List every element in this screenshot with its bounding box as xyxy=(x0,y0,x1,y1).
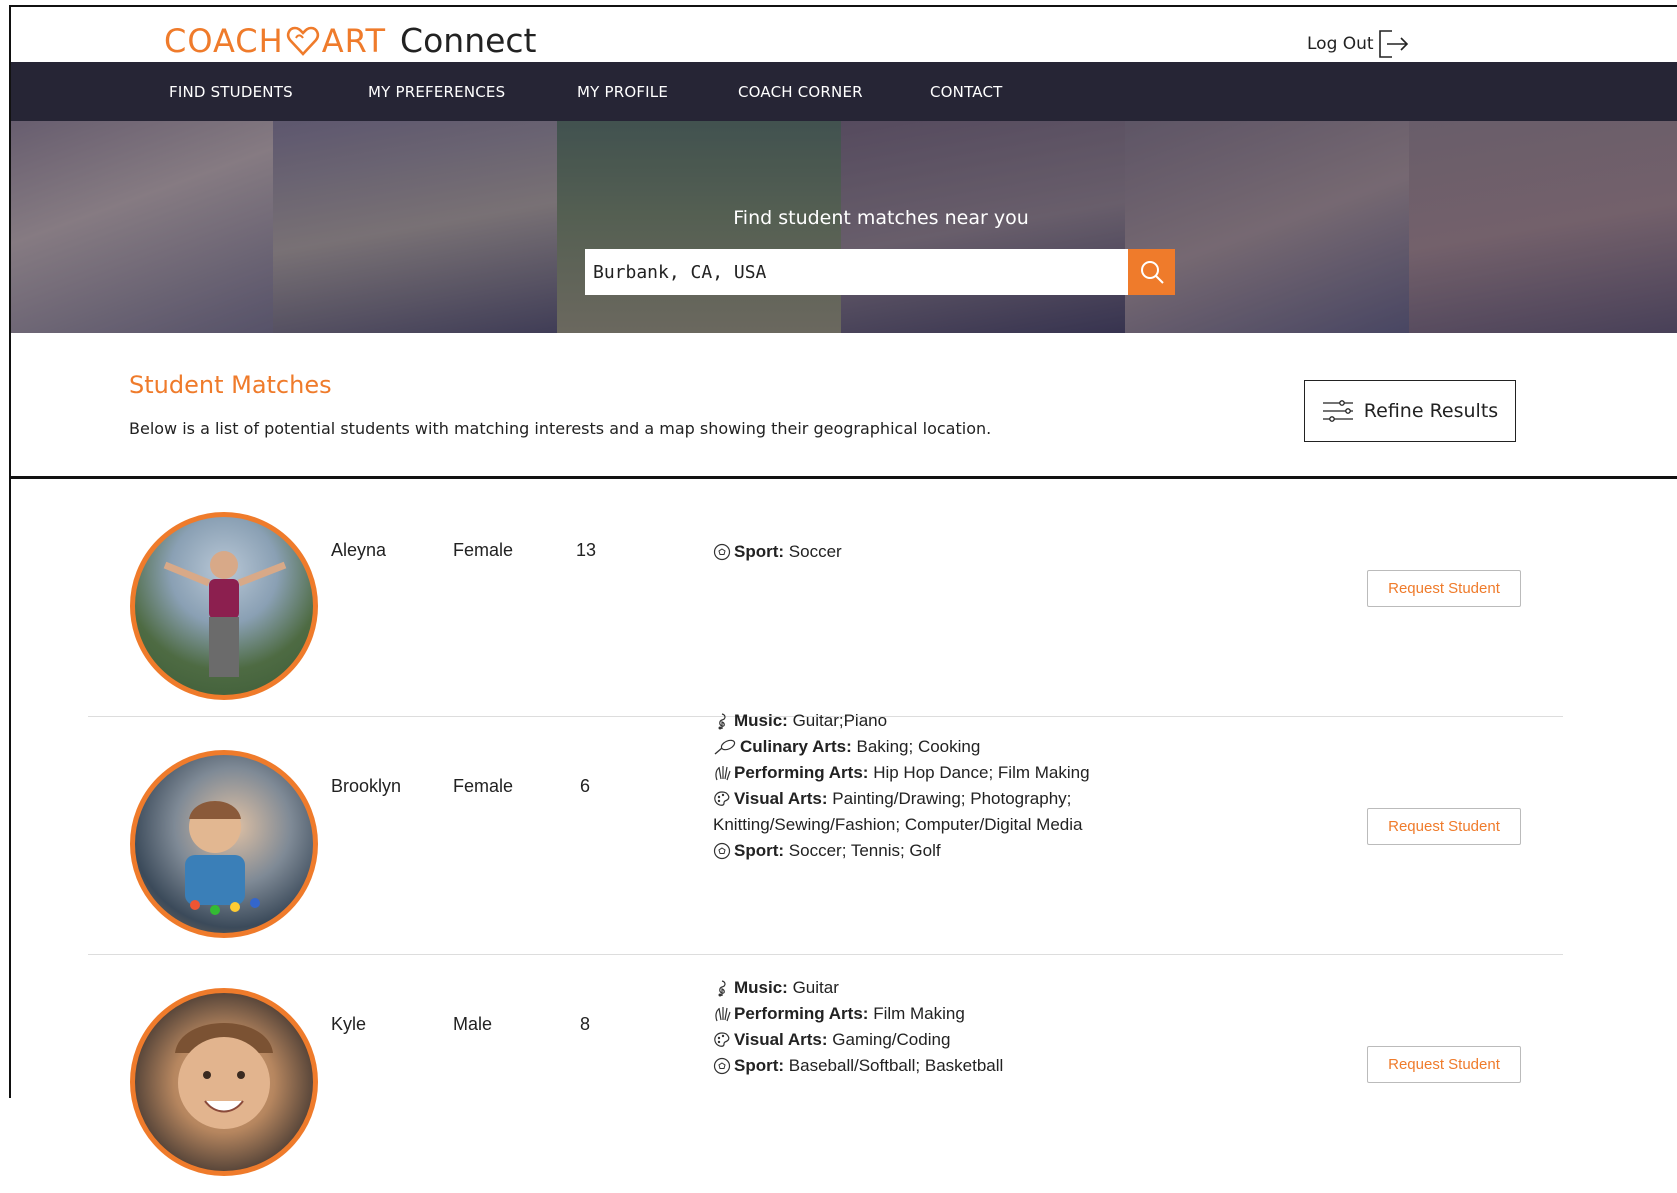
soccer-ball-icon xyxy=(713,543,731,561)
location-search-box xyxy=(585,249,1128,295)
interest-line: Sport: Soccer xyxy=(713,539,1133,565)
interest-items: Painting/Drawing; Photography; xyxy=(832,789,1072,808)
interest-category: Culinary Arts: xyxy=(740,737,852,756)
student-age: 6 xyxy=(580,776,591,796)
nav-my-preferences[interactable]: MY PREFERENCES xyxy=(368,83,505,101)
avatar xyxy=(130,988,318,1176)
interest-category: Performing Arts: xyxy=(734,1004,869,1023)
student-gender: Female xyxy=(453,776,514,796)
nav-contact[interactable]: CONTACT xyxy=(930,83,1003,101)
interest-category: Music: xyxy=(734,711,788,730)
interest-line: Music: Guitar xyxy=(713,975,1133,1001)
palette-icon xyxy=(714,1032,730,1047)
interest-items: Guitar;Piano xyxy=(792,711,888,730)
interest-category: Sport: xyxy=(734,542,785,561)
student-gender: Male xyxy=(453,1014,493,1034)
nav-find-students[interactable]: FIND STUDENTS xyxy=(169,83,293,101)
request-student-button[interactable]: Request Student xyxy=(1367,570,1521,607)
student-name: Aleyna xyxy=(331,540,387,560)
interest-items: Soccer xyxy=(788,542,842,561)
student-age: 8 xyxy=(580,1014,591,1034)
page-description: Below is a list of potential students wi… xyxy=(129,419,992,438)
interest-items: Gaming/Coding xyxy=(832,1030,951,1049)
interest-line: Sport: Baseball/Softball; Basketball xyxy=(713,1053,1133,1079)
student-name: Kyle xyxy=(331,1014,367,1034)
soccer-ball-icon xyxy=(713,842,731,860)
logout-button[interactable]: Log Out xyxy=(1307,29,1410,59)
student-name: Brooklyn xyxy=(331,776,402,796)
interest-category: Performing Arts: xyxy=(734,763,869,782)
student-interests: Music: Guitar Performing Arts: Film Maki… xyxy=(713,975,1133,1079)
location-search-input[interactable] xyxy=(585,249,1125,295)
interest-items: Hip Hop Dance; Film Making xyxy=(873,763,1090,782)
student-interests: Sport: Soccer xyxy=(713,539,1133,565)
interest-category: Visual Arts: xyxy=(734,1030,828,1049)
logout-label: Log Out xyxy=(1307,34,1374,54)
interest-items: Guitar xyxy=(792,978,839,997)
matches-header: Student Matches Below is a list of poten… xyxy=(11,333,1677,476)
heart-logo-icon xyxy=(286,26,319,56)
interest-line: Visual Arts: Painting/Drawing; Photograp… xyxy=(713,786,1133,812)
coach-art-logo[interactable]: COACH ART Connect xyxy=(164,21,537,60)
interest-items: Soccer; Tennis; Golf xyxy=(788,841,941,860)
student-gender: Female xyxy=(453,540,514,560)
student-photo xyxy=(163,551,287,677)
interest-category: Sport: xyxy=(734,1056,785,1075)
interest-line: Performing Arts: Film Making xyxy=(713,1001,1133,1027)
student-age: 13 xyxy=(576,540,597,560)
sliders-icon xyxy=(1322,400,1353,422)
interest-line-continued: Knitting/Sewing/Fashion; Computer/Digita… xyxy=(713,815,1083,834)
interest-items: Baseball/Softball; Basketball xyxy=(788,1056,1004,1075)
request-student-button[interactable]: Request Student xyxy=(1367,808,1521,845)
interest-category: Visual Arts: xyxy=(734,789,828,808)
logo-text-left: COACH xyxy=(164,21,284,60)
student-photo xyxy=(175,1023,273,1129)
top-bar: COACH ART Connect Log Out xyxy=(11,7,1677,62)
hero-banner: Find student matches near you xyxy=(11,121,1677,333)
page-title: Student Matches xyxy=(129,371,332,399)
interest-category: Sport: xyxy=(734,841,785,860)
student-photo xyxy=(185,801,260,915)
hero-title: Find student matches near you xyxy=(733,207,1029,229)
palette-icon xyxy=(714,791,730,806)
whisk-icon xyxy=(714,739,736,755)
avatar xyxy=(130,512,318,700)
logout-icon xyxy=(1378,30,1408,58)
avatar xyxy=(130,750,318,938)
student-row: Kyle Male 8 Music: Guitar Performing Art… xyxy=(88,955,1563,1193)
refine-results-label: Refine Results xyxy=(1363,400,1499,422)
jazz-hands-icon xyxy=(715,766,731,781)
interest-line: Performing Arts: Hip Hop Dance; Film Mak… xyxy=(713,760,1133,786)
interest-line: Sport: Soccer; Tennis; Golf xyxy=(713,838,1133,864)
student-row: Brooklyn Female 6 Music: Guitar;Piano Cu… xyxy=(88,711,1563,955)
interest-line: Music: Guitar;Piano xyxy=(713,708,1133,734)
interest-line: Culinary Arts: Baking; Cooking xyxy=(713,734,1133,760)
search-icon xyxy=(1140,261,1164,284)
music-note-icon xyxy=(718,980,726,997)
jazz-hands-icon xyxy=(715,1007,731,1022)
student-interests: Music: Guitar;Piano Culinary Arts: Bakin… xyxy=(713,708,1133,864)
product-name: Connect xyxy=(400,21,537,60)
interest-category: Music: xyxy=(734,978,788,997)
main-nav: FIND STUDENTS MY PREFERENCES MY PROFILE … xyxy=(11,62,1677,121)
interest-items: Baking; Cooking xyxy=(856,737,981,756)
request-student-button[interactable]: Request Student xyxy=(1367,1046,1521,1083)
interest-items: Film Making xyxy=(873,1004,965,1023)
logo-text-right: ART xyxy=(321,21,387,60)
refine-results-button[interactable]: Refine Results xyxy=(1304,380,1516,442)
interest-line: Visual Arts: Gaming/Coding xyxy=(713,1027,1133,1053)
student-row: Aleyna Female 13 Sport: Soccer Request S… xyxy=(88,479,1563,717)
nav-my-profile[interactable]: MY PROFILE xyxy=(577,83,668,101)
soccer-ball-icon xyxy=(713,1057,731,1075)
music-note-icon xyxy=(718,713,726,730)
nav-coach-corner[interactable]: COACH CORNER xyxy=(738,83,863,101)
search-button[interactable] xyxy=(1128,249,1175,295)
